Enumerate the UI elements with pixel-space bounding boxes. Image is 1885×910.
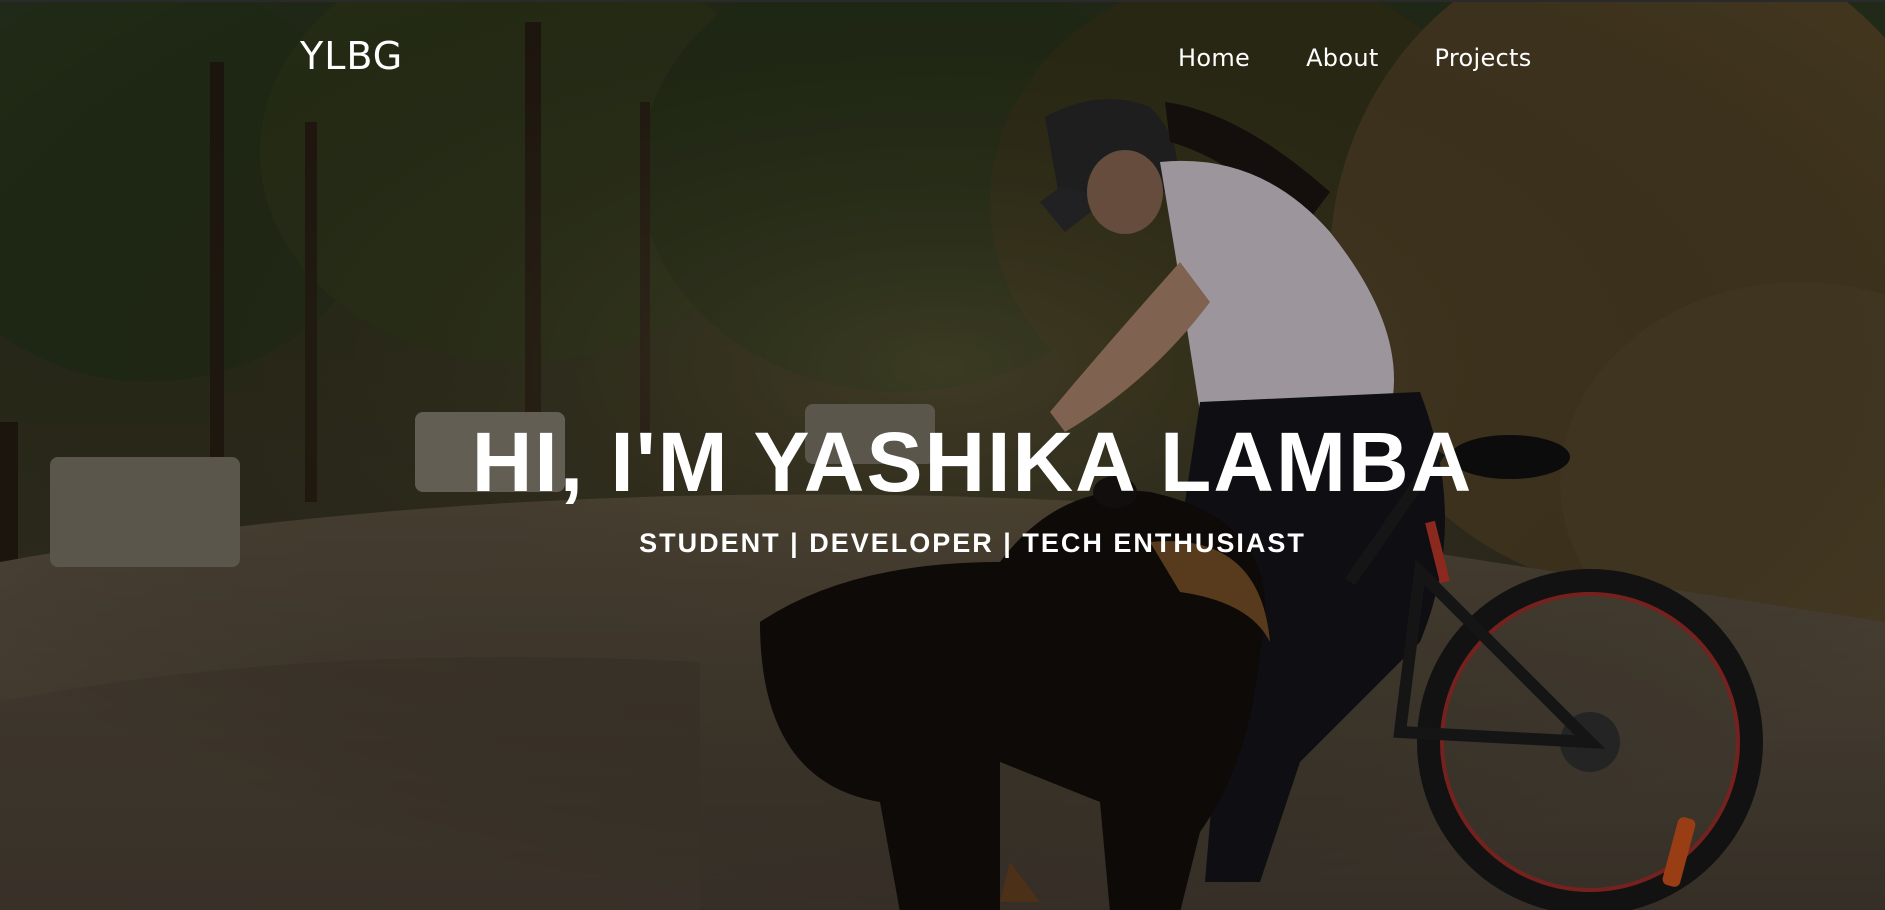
hero-section: YLBG Home About Projects HI, I'M YASHIKA… [0,0,1885,910]
brand-logo[interactable]: YLBG [300,34,403,78]
nav-link-about[interactable]: About [1306,44,1378,72]
nav-links: Home About Projects [1178,44,1532,72]
hero-subtitle: STUDENT | DEVELOPER | TECH ENTHUSIAST [639,528,1306,558]
hero-title: HI, I'M YASHIKA LAMBA [471,415,1474,509]
nav-link-projects[interactable]: Projects [1435,44,1532,72]
navbar: YLBG Home About Projects [0,2,1885,112]
nav-link-home[interactable]: Home [1178,44,1250,72]
hero-text-block: HI, I'M YASHIKA LAMBA STUDENT | DEVELOPE… [0,414,1885,559]
